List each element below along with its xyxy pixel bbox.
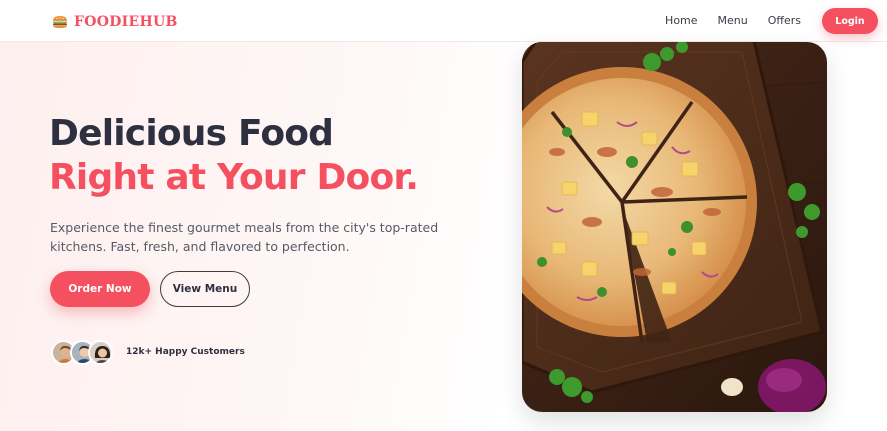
headline-line-1: Delicious Food [49, 113, 334, 154]
navbar: FOODIEHUB Home Menu Offers Login [0, 0, 887, 42]
hero-headline: Delicious Food Right at Your Door. [49, 112, 419, 200]
avatar [88, 340, 113, 365]
view-menu-button[interactable]: View Menu [160, 271, 250, 307]
nav-links: Home Menu Offers [665, 14, 801, 27]
hero-subtext: Experience the finest gourmet meals from… [50, 220, 439, 254]
happy-customers-label: 12k+ Happy Customers [126, 347, 245, 357]
login-button[interactable]: Login [822, 8, 878, 34]
nav-link-home[interactable]: Home [665, 14, 697, 27]
customer-avatars [51, 340, 113, 365]
order-now-button[interactable]: Order Now [50, 271, 150, 307]
brand-name: FOODIEHUB [74, 14, 178, 30]
hero-pizza-image [522, 42, 827, 412]
nav-link-menu[interactable]: Menu [718, 14, 748, 27]
headline-line-2: Right at Your Door. [49, 157, 419, 198]
brand-logo[interactable]: FOODIEHUB [52, 13, 178, 31]
nav-link-offers[interactable]: Offers [768, 14, 801, 27]
burger-icon [53, 16, 67, 28]
